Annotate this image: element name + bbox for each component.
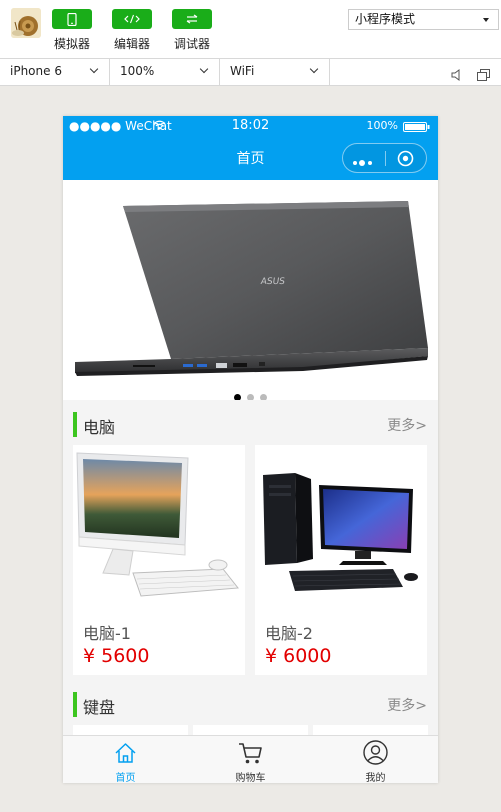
- device-dropdown[interactable]: iPhone 6: [0, 59, 110, 85]
- cart-icon: [238, 741, 263, 769]
- zoom-value: 100%: [120, 64, 155, 78]
- device-value: iPhone 6: [10, 64, 62, 78]
- svg-text:ASUS: ASUS: [260, 277, 286, 287]
- product-price: ¥ 5600: [83, 645, 150, 667]
- carousel-indicator: [63, 386, 438, 400]
- network-dropdown[interactable]: WiFi: [220, 59, 330, 85]
- battery-percent: 100%: [366, 119, 398, 132]
- close-target-icon[interactable]: [397, 150, 414, 171]
- section-title: 电脑: [83, 418, 116, 437]
- tab-bar: 首页 购物车 我的: [63, 735, 438, 783]
- chevron-down-icon: [89, 64, 99, 74]
- carousel-dot[interactable]: [260, 394, 267, 400]
- desktop-pc-image: [263, 473, 418, 591]
- tab-label: 我的: [365, 773, 386, 783]
- network-value: WiFi: [230, 64, 255, 78]
- phone-icon: [52, 9, 92, 29]
- section-accent-bar: [73, 692, 77, 717]
- section-header-keyboards: 键盘 更多>: [63, 686, 438, 722]
- carousel-dot[interactable]: [234, 394, 241, 400]
- simulator-button[interactable]: 模拟器: [52, 9, 92, 52]
- debugger-label: 调试器: [173, 37, 210, 51]
- chevron-down-icon: [199, 64, 209, 74]
- tab-label: 首页: [115, 773, 136, 783]
- product-card-computer-1[interactable]: 电脑-1 ¥ 5600: [73, 445, 245, 675]
- product-name: 电脑-1: [83, 624, 131, 643]
- section-header-computers: 电脑 更多>: [63, 406, 438, 442]
- banner-carousel[interactable]: ASUS: [63, 180, 438, 400]
- battery-icon: [403, 121, 430, 135]
- avatar[interactable]: [11, 8, 41, 38]
- mode-select-value: 小程序模式: [355, 12, 416, 26]
- mode-select[interactable]: 小程序模式: [348, 9, 499, 30]
- chevron-down-icon: [309, 64, 319, 74]
- laptop-banner-image: ASUS: [75, 201, 428, 376]
- tab-cart[interactable]: 购物车: [188, 736, 313, 783]
- tab-profile[interactable]: 我的: [313, 736, 438, 783]
- status-bar: ●●●●● WeChat 18:02 100%: [63, 116, 438, 136]
- simulator-label: 模拟器: [53, 37, 90, 51]
- device-bar: iPhone 6 100% WiFi: [0, 59, 501, 86]
- editor-label: 编辑器: [113, 37, 150, 51]
- home-icon: [114, 742, 137, 768]
- more-link[interactable]: 更多>: [387, 695, 427, 715]
- debugger-button[interactable]: 调试器: [172, 9, 212, 52]
- tab-label: 购物车: [235, 773, 266, 783]
- tab-home[interactable]: 首页: [63, 736, 188, 783]
- section-accent-bar: [73, 412, 77, 437]
- caret-down-icon: [483, 18, 489, 22]
- phone-simulator: ●●●●● WeChat 18:02 100% 首页 ASUS 电脑 更多> 电…: [63, 116, 438, 783]
- switch-arrows-icon: [172, 9, 212, 29]
- nav-bar: 首页: [63, 136, 438, 180]
- detach-window-icon[interactable]: [477, 66, 490, 85]
- editor-button[interactable]: 编辑器: [112, 9, 152, 52]
- more-dots-icon[interactable]: [352, 153, 374, 172]
- capsule-divider: [385, 151, 386, 166]
- product-name: 电脑-2: [265, 624, 313, 643]
- menu-capsule: [342, 143, 427, 173]
- product-card-computer-2[interactable]: 电脑-2 ¥ 6000: [255, 445, 427, 675]
- more-link[interactable]: 更多>: [387, 415, 427, 435]
- product-price: ¥ 6000: [265, 645, 332, 667]
- section-title: 键盘: [83, 698, 116, 717]
- user-icon: [363, 740, 388, 769]
- devtools-toolbar: 模拟器 编辑器 调试器 小程序模式: [0, 0, 501, 59]
- zoom-dropdown[interactable]: 100%: [110, 59, 220, 85]
- code-icon: [112, 9, 152, 29]
- all-in-one-pc-image: [76, 452, 239, 597]
- carousel-dot[interactable]: [247, 394, 254, 400]
- speaker-icon[interactable]: [451, 66, 463, 85]
